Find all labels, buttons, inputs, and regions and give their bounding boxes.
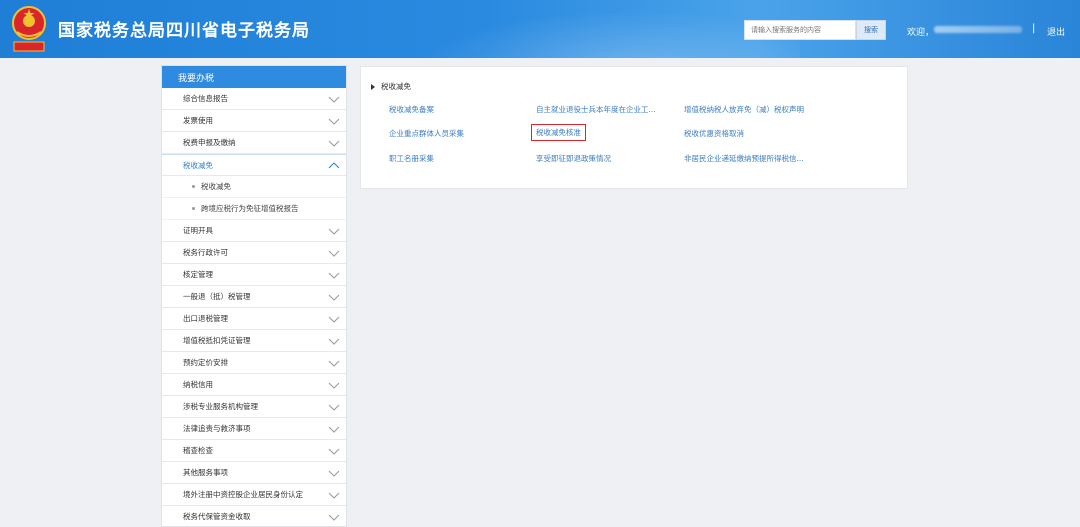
chevron-down-icon xyxy=(328,338,340,345)
sidebar-menu: 我要办税 综合信息报告 发票使用 税费申报及缴纳 税收减免 税收减免 跨境应税行… xyxy=(161,65,347,527)
sidebar-item-label: 增值税抵扣凭证管理 xyxy=(183,336,251,345)
sidebar-item-resident-identity[interactable]: 境外注册中资控股企业居民身份认定 xyxy=(162,484,346,506)
tax-emblem-icon xyxy=(12,6,46,52)
panel-title: 税收减免 xyxy=(371,81,411,92)
sidebar-item-other-services[interactable]: 其他服务事项 xyxy=(162,462,346,484)
sidebar-item-comprehensive-info[interactable]: 综合信息报告 xyxy=(162,88,346,110)
content-panel: 税收减免 税收减免备案 自主就业退役士兵本年度在企业工... 增值税纳税人放弃免… xyxy=(360,66,908,189)
sidebar-item-general-refund[interactable]: 一般退（抵）税管理 xyxy=(162,286,346,308)
chevron-down-icon xyxy=(328,272,340,279)
sidebar-item-inspection[interactable]: 稽查检查 xyxy=(162,440,346,462)
sidebar-item-assessment[interactable]: 核定管理 xyxy=(162,264,346,286)
sidebar-item-legal-remedy[interactable]: 法律追责与救济事项 xyxy=(162,418,346,440)
search-button[interactable]: 搜索 xyxy=(856,20,886,40)
site-title: 国家税务总局四川省电子税务局 xyxy=(58,21,310,41)
search-input[interactable] xyxy=(744,20,856,40)
top-header: 国家税务总局四川省电子税务局 搜索 欢迎， | 退出 xyxy=(0,0,1080,58)
chevron-down-icon xyxy=(328,118,340,125)
sidebar-item-label: 纳税信用 xyxy=(183,380,213,389)
sidebar-item-admin-license[interactable]: 税务行政许可 xyxy=(162,242,346,264)
sidebar-item-tax-reduction[interactable]: 税收减免 xyxy=(162,154,346,176)
logout-link[interactable]: 退出 xyxy=(1047,25,1065,38)
sidebar-item-invoice[interactable]: 发票使用 xyxy=(162,110,346,132)
sidebar-subitem-tax-reduction[interactable]: 税收减免 xyxy=(162,176,346,198)
chevron-down-icon xyxy=(328,360,340,367)
sidebar-item-label: 发票使用 xyxy=(183,116,213,125)
sidebar-item-label: 其他服务事项 xyxy=(183,468,228,477)
sidebar-item-export-refund[interactable]: 出口退税管理 xyxy=(162,308,346,330)
chevron-down-icon xyxy=(328,382,340,389)
sidebar-item-label: 税务代保管资金收取 xyxy=(183,512,251,521)
sidebar-item-label: 涉税专业服务机构管理 xyxy=(183,402,258,411)
sidebar-item-tax-agencies[interactable]: 涉税专业服务机构管理 xyxy=(162,396,346,418)
chevron-down-icon xyxy=(328,492,340,499)
sidebar-subitem-cross-border-vat[interactable]: 跨境应税行为免征增值税报告 xyxy=(162,198,346,220)
sidebar-item-label: 出口退税管理 xyxy=(183,314,228,323)
link-nonresident-deferral[interactable]: 非居民企业递延缴纳预提所得税信... xyxy=(684,153,804,164)
sidebar-subitem-label: 税收减免 xyxy=(201,182,231,191)
chevron-down-icon xyxy=(328,228,340,235)
chevron-down-icon xyxy=(328,294,340,301)
sidebar-item-custody-funds[interactable]: 税务代保管资金收取 xyxy=(162,506,346,526)
link-key-group-collection[interactable]: 企业重点群体人员采集 xyxy=(389,128,464,139)
link-tax-reduction-filing[interactable]: 税收减免备案 xyxy=(389,104,434,115)
welcome-text: 欢迎， xyxy=(907,28,935,38)
sidebar-item-certificate[interactable]: 证明开具 xyxy=(162,220,346,242)
sidebar-item-label: 核定管理 xyxy=(183,270,213,279)
link-employee-roster[interactable]: 职工名册采集 xyxy=(389,153,434,164)
link-preferential-cancel[interactable]: 税收优惠资格取消 xyxy=(684,128,744,139)
sidebar-item-label: 证明开具 xyxy=(183,226,213,235)
sidebar-item-tax-credit[interactable]: 纳税信用 xyxy=(162,374,346,396)
link-veteran-employment[interactable]: 自主就业退役士兵本年度在企业工... xyxy=(536,104,656,115)
bullet-icon xyxy=(192,185,195,188)
sidebar-item-label: 法律追责与救济事项 xyxy=(183,424,251,433)
link-immediate-refund-status[interactable]: 享受即征即退政策情况 xyxy=(536,153,611,164)
sidebar-item-label: 一般退（抵）税管理 xyxy=(183,292,251,301)
chevron-down-icon xyxy=(328,448,340,455)
chevron-down-icon xyxy=(328,316,340,323)
sidebar-item-label: 税务行政许可 xyxy=(183,248,228,257)
header-separator: | xyxy=(1032,23,1036,34)
chevron-up-icon xyxy=(328,162,340,169)
header-decoration xyxy=(380,0,800,58)
sidebar-item-label: 预约定价安排 xyxy=(183,358,228,367)
sidebar-item-label: 税费申报及缴纳 xyxy=(183,138,236,147)
chevron-down-icon xyxy=(328,96,340,103)
chevron-down-icon xyxy=(328,426,340,433)
sidebar-item-tax-declaration[interactable]: 税费申报及缴纳 xyxy=(162,132,346,154)
sidebar-item-vat-deduction[interactable]: 增值税抵扣凭证管理 xyxy=(162,330,346,352)
bullet-icon xyxy=(192,207,195,210)
sidebar-item-advance-pricing[interactable]: 预约定价安排 xyxy=(162,352,346,374)
chevron-down-icon xyxy=(328,140,340,147)
chevron-down-icon xyxy=(328,404,340,411)
sidebar-subitem-label: 跨境应税行为免征增值税报告 xyxy=(201,204,299,213)
sidebar-item-label: 综合信息报告 xyxy=(183,94,228,103)
triangle-right-icon xyxy=(371,83,375,90)
sidebar-item-label: 税收减免 xyxy=(183,160,213,170)
link-vat-waiver-statement[interactable]: 增值税纳税人放弃免（减）税权声明 xyxy=(684,104,804,115)
panel-title-text: 税收减免 xyxy=(381,82,411,91)
sidebar-item-label: 境外注册中资控股企业居民身份认定 xyxy=(183,490,303,499)
chevron-down-icon xyxy=(328,470,340,477)
chevron-down-icon xyxy=(328,514,340,521)
sidebar-title: 我要办税 xyxy=(162,66,346,88)
user-name-blurred xyxy=(934,26,1022,33)
sidebar-item-label: 稽查检查 xyxy=(183,446,213,455)
chevron-down-icon xyxy=(328,250,340,257)
link-tax-reduction-approval[interactable]: 税收减免核准 xyxy=(531,124,586,141)
